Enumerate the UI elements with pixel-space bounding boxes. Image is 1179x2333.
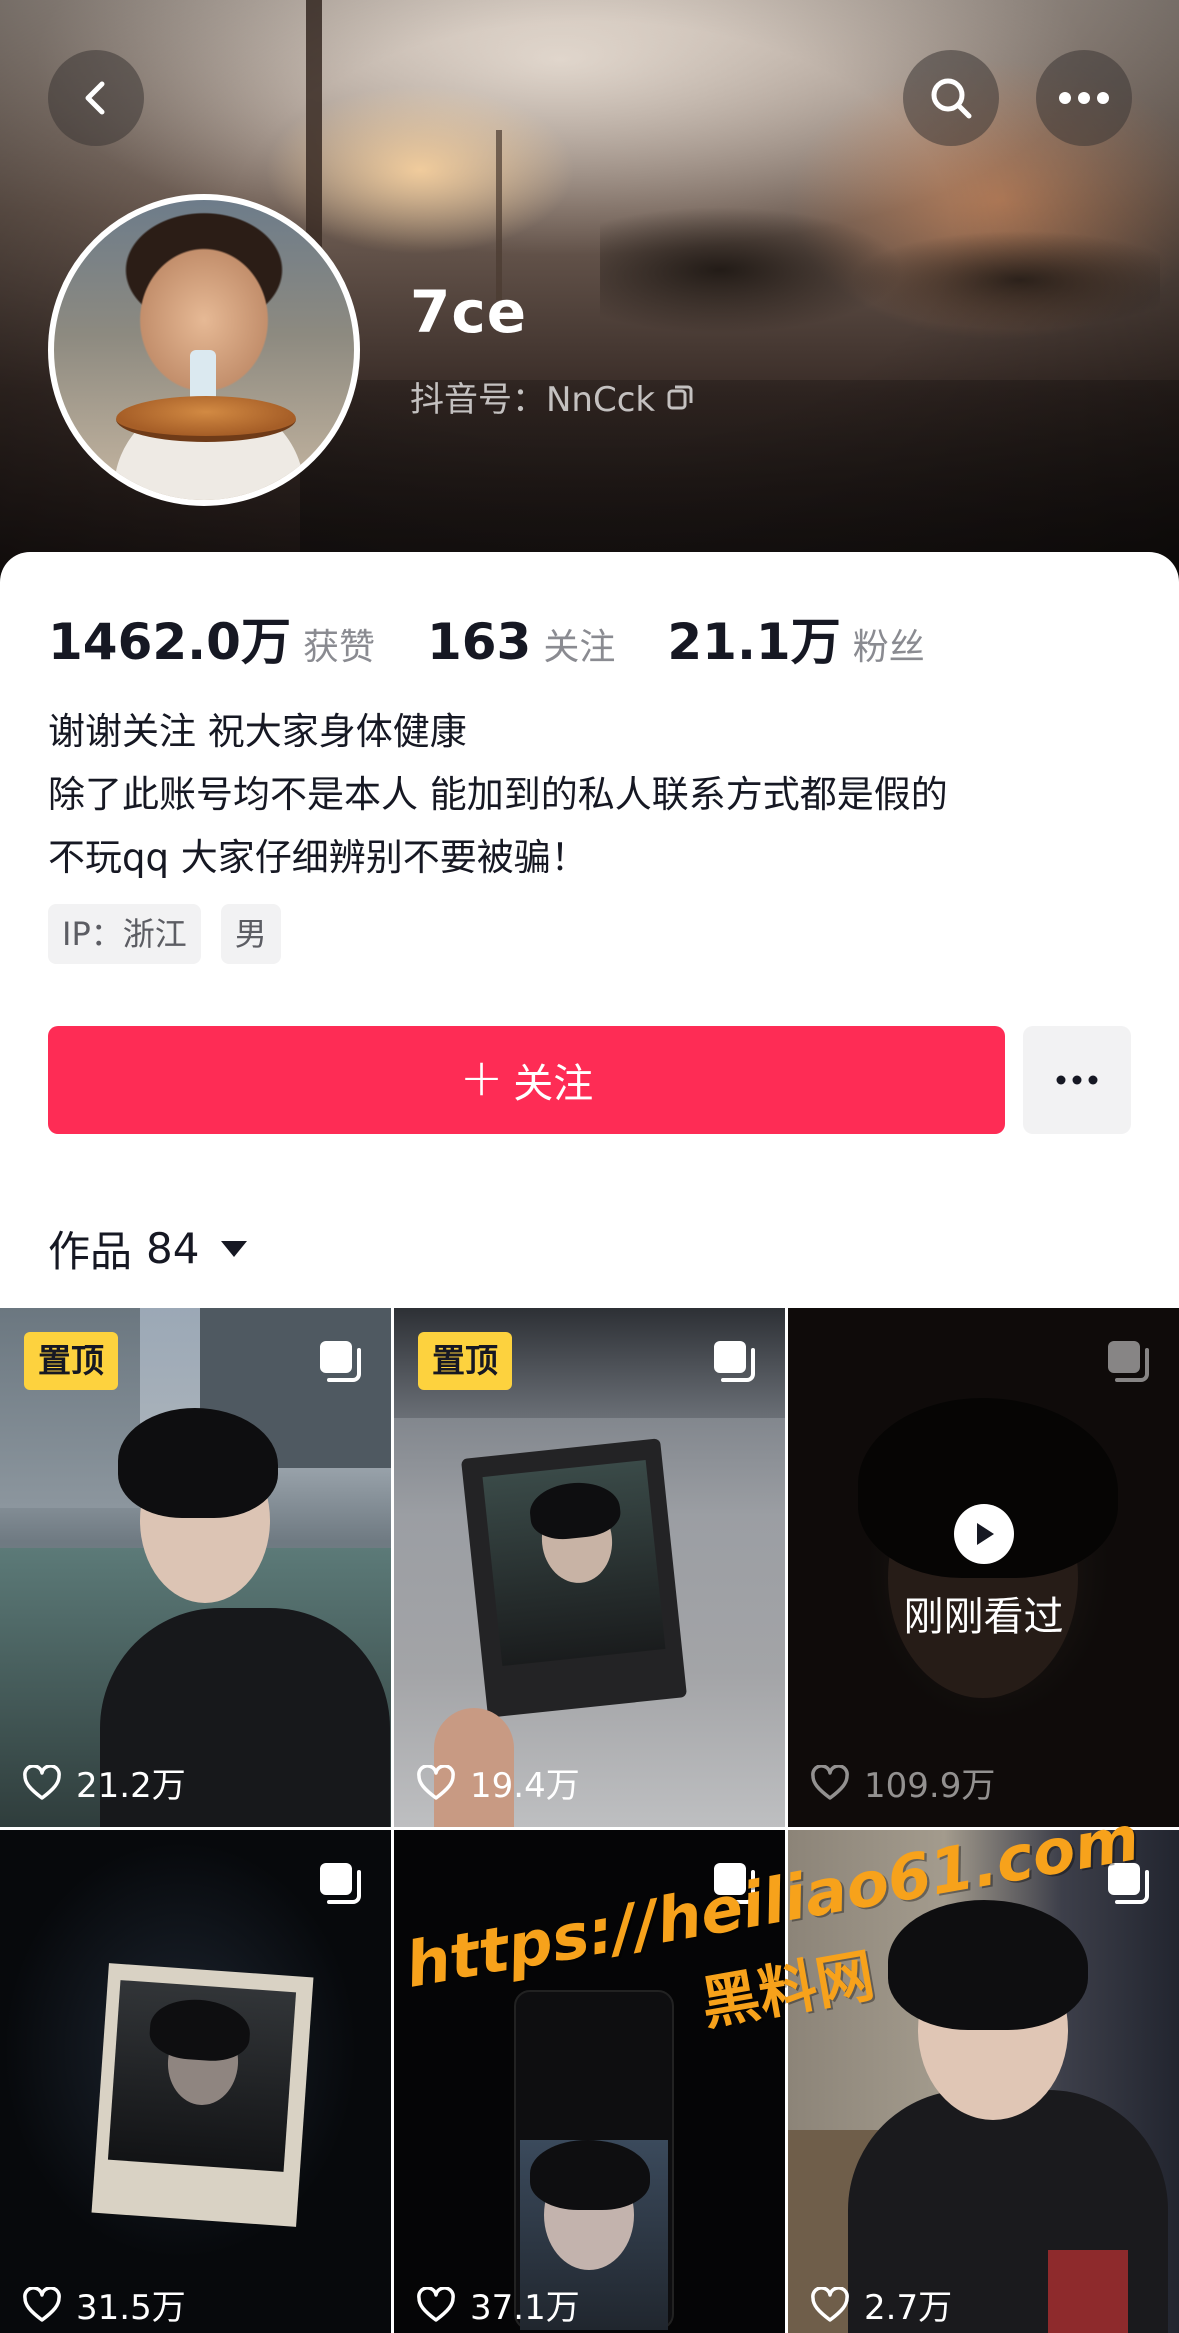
stat-likes-label: 获赞 — [302, 627, 375, 668]
play-icon — [953, 1504, 1014, 1564]
search-icon — [931, 78, 972, 119]
works-tab[interactable]: 作品 84 — [48, 1218, 248, 1279]
chevron-left-icon — [85, 81, 105, 115]
stat-followers-value: 21.1万 — [667, 613, 841, 671]
heart-icon — [811, 1764, 849, 1800]
recently-watched-overlay: 刚刚看过 — [788, 1504, 1179, 1642]
stat-following-label: 关注 — [543, 627, 616, 668]
video-tile[interactable]: 置顶 19.4万 — [394, 1308, 785, 1827]
profile-header-banner: 7ce 抖音号：NnCck — [0, 0, 1179, 600]
like-count-text: 19.4万 — [470, 1766, 580, 1806]
like-count-text: 37.1万 — [470, 2288, 580, 2328]
stat-likes[interactable]: 1462.0万 获赞 — [48, 602, 375, 674]
avatar-candle — [190, 350, 216, 402]
follow-button[interactable]: + 关注 — [48, 1026, 1005, 1134]
video-tile[interactable]: 31.5万 — [0, 1830, 391, 2333]
profile-tags: IP：浙江 男 — [48, 904, 281, 964]
back-button[interactable] — [48, 50, 144, 146]
copy-icon[interactable] — [665, 382, 695, 412]
stat-following-value: 163 — [426, 613, 532, 671]
multi-image-icon — [714, 1341, 755, 1382]
plus-icon: + — [459, 1048, 504, 1108]
bio-line: 谢谢关注 祝大家身体健康 — [48, 710, 467, 753]
pinned-badge: 置顶 — [24, 1332, 118, 1390]
recently-watched-label: 刚刚看过 — [903, 1594, 1064, 1640]
video-tile[interactable]: 刚刚看过 109.9万 — [788, 1308, 1179, 1827]
like-count-text: 21.2万 — [76, 1766, 186, 1806]
works-count: 84 — [146, 1224, 200, 1273]
avatar-cake — [116, 396, 296, 442]
like-count-text: 109.9万 — [864, 1766, 996, 1806]
stats-row: 1462.0万 获赞 163 关注 21.1万 粉丝 — [48, 602, 977, 674]
gender-tag: 男 — [220, 904, 281, 964]
heart-icon — [417, 2286, 455, 2322]
heart-icon — [23, 2286, 61, 2322]
heart-icon — [417, 1764, 455, 1800]
multi-image-icon — [1108, 1341, 1149, 1382]
stat-followers[interactable]: 21.1万 粉丝 — [667, 602, 924, 674]
more-horizontal-icon — [1059, 92, 1109, 104]
avatar[interactable] — [48, 194, 360, 506]
multi-image-icon — [320, 1863, 361, 1904]
works-grid: 置顶 21.2万 置顶 19.4万 刚刚看过 109.9万 31.5万 37.1… — [0, 1308, 1179, 2333]
like-count-text: 31.5万 — [76, 2288, 186, 2328]
more-horizontal-icon — [1056, 1075, 1098, 1085]
like-count-text: 2.7万 — [864, 2288, 953, 2328]
bio-line: 除了此账号均不是本人 能加到的私人联系方式都是假的 — [48, 773, 948, 816]
follow-button-label: 关注 — [513, 1061, 594, 1107]
more-options-button[interactable] — [1036, 50, 1132, 146]
search-button[interactable] — [903, 50, 999, 146]
pinned-badge: 置顶 — [418, 1332, 512, 1390]
like-count: 109.9万 — [810, 1758, 995, 1807]
more-actions-button[interactable] — [1023, 1026, 1131, 1134]
like-count: 31.5万 — [22, 2280, 186, 2329]
stat-likes-value: 1462.0万 — [48, 613, 291, 671]
like-count: 21.2万 — [22, 1758, 186, 1807]
ip-location-tag: IP：浙江 — [48, 904, 201, 964]
heart-icon — [23, 1764, 61, 1800]
bio: 谢谢关注 祝大家身体健康 除了此账号均不是本人 能加到的私人联系方式都是假的 不… — [48, 700, 1128, 889]
caret-down-icon[interactable] — [221, 1240, 248, 1257]
like-count: 37.1万 — [416, 2280, 580, 2329]
stat-followers-label: 粉丝 — [852, 627, 925, 668]
stat-following[interactable]: 163 关注 — [427, 613, 615, 671]
bio-line: 不玩qq 大家仔细辨别不要被骗！ — [48, 836, 588, 879]
like-count: 2.7万 — [810, 2280, 952, 2329]
like-count: 19.4万 — [416, 1758, 580, 1807]
multi-image-icon — [320, 1341, 361, 1382]
username: 7ce — [410, 278, 528, 346]
heart-icon — [811, 2286, 849, 2322]
douyin-id-text: 抖音号：NnCck — [410, 380, 656, 420]
douyin-id-row[interactable]: 抖音号：NnCck — [410, 372, 695, 421]
works-label: 作品 — [48, 1227, 133, 1276]
video-tile[interactable]: 置顶 21.2万 — [0, 1308, 391, 1827]
